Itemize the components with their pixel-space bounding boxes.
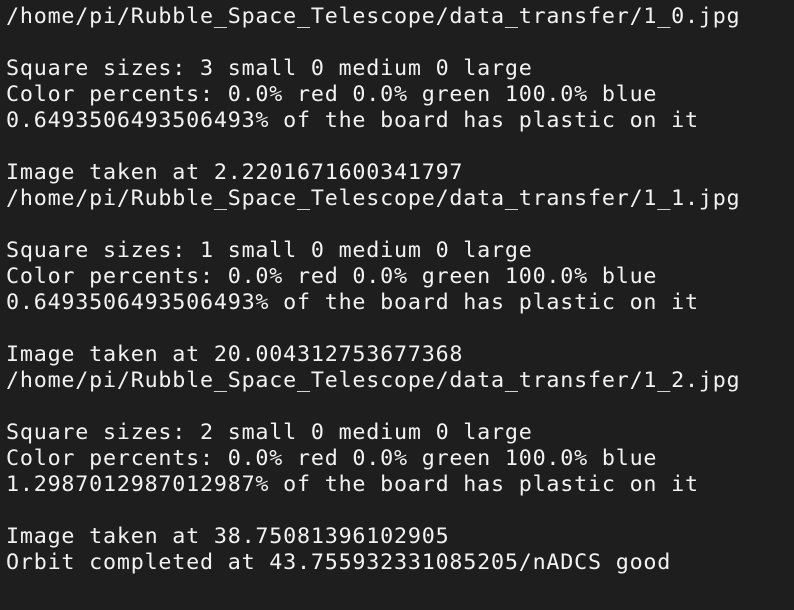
- output-line: Orbit completed at 43.755932331085205/nA…: [6, 550, 672, 575]
- terminal-output[interactable]: /home/pi/Rubble_Space_Telescope/data_tra…: [0, 0, 794, 610]
- output-line: 1.2987012987012987% of the board has pla…: [6, 472, 699, 497]
- output-line: 0.6493506493506493% of the board has pla…: [6, 108, 699, 133]
- output-line: Square sizes: 1 small 0 medium 0 large: [6, 238, 533, 263]
- output-line: Square sizes: 3 small 0 medium 0 large: [6, 56, 533, 81]
- output-line: Color percents: 0.0% red 0.0% green 100.…: [6, 82, 658, 107]
- output-line: Square sizes: 2 small 0 medium 0 large: [6, 420, 533, 445]
- output-line: Image taken at 2.2201671600341797: [6, 160, 464, 185]
- output-line: Color percents: 0.0% red 0.0% green 100.…: [6, 264, 658, 289]
- output-line: 0.6493506493506493% of the board has pla…: [6, 290, 699, 315]
- output-line: Image taken at 38.75081396102905: [6, 524, 450, 549]
- output-line: /home/pi/Rubble_Space_Telescope/data_tra…: [6, 368, 741, 393]
- output-line: /home/pi/Rubble_Space_Telescope/data_tra…: [6, 186, 741, 211]
- output-line: Image taken at 20.004312753677368: [6, 342, 464, 367]
- output-line: /home/pi/Rubble_Space_Telescope/data_tra…: [6, 4, 741, 29]
- output-line: Color percents: 0.0% red 0.0% green 100.…: [6, 446, 658, 471]
